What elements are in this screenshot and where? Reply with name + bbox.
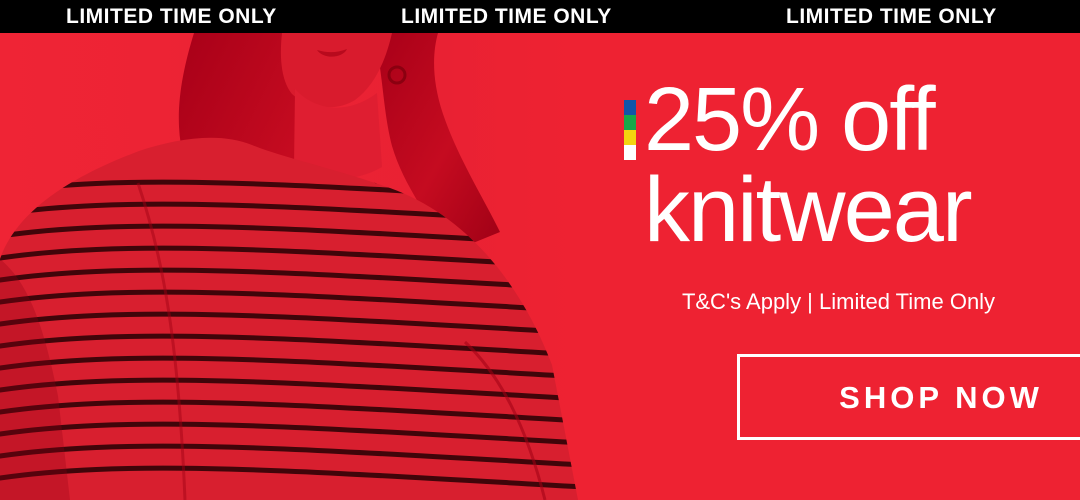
product-category: knitwear [644, 159, 973, 262]
terms-subtext: T&C's Apply | Limited Time Only [681, 289, 996, 314]
promo-content: 25% off knitwear T&C's Apply | Limited T… [600, 33, 1080, 500]
ticker-message: LIMITED TIME ONLY [66, 5, 277, 28]
shop-now-button[interactable]: SHOP NOW [737, 354, 1080, 440]
discount-headline: 25% off knitwear [644, 75, 973, 262]
promo-banner: LIMITED TIME ONLY LIMITED TIME ONLY LIMI… [0, 0, 1080, 500]
limited-time-ticker: LIMITED TIME ONLY LIMITED TIME ONLY LIMI… [0, 0, 1080, 33]
ticker-message: LIMITED TIME ONLY [786, 5, 997, 28]
ticker-message: LIMITED TIME ONLY [401, 5, 612, 28]
brand-color-blue [624, 100, 636, 115]
model-in-striped-knitwear-image [0, 33, 620, 500]
brand-color-white [624, 145, 636, 160]
discount-percentage: 25% off [644, 70, 936, 170]
brand-color-yellow [624, 130, 636, 145]
brand-color-bar-icon [624, 100, 636, 160]
brand-color-green [624, 115, 636, 130]
